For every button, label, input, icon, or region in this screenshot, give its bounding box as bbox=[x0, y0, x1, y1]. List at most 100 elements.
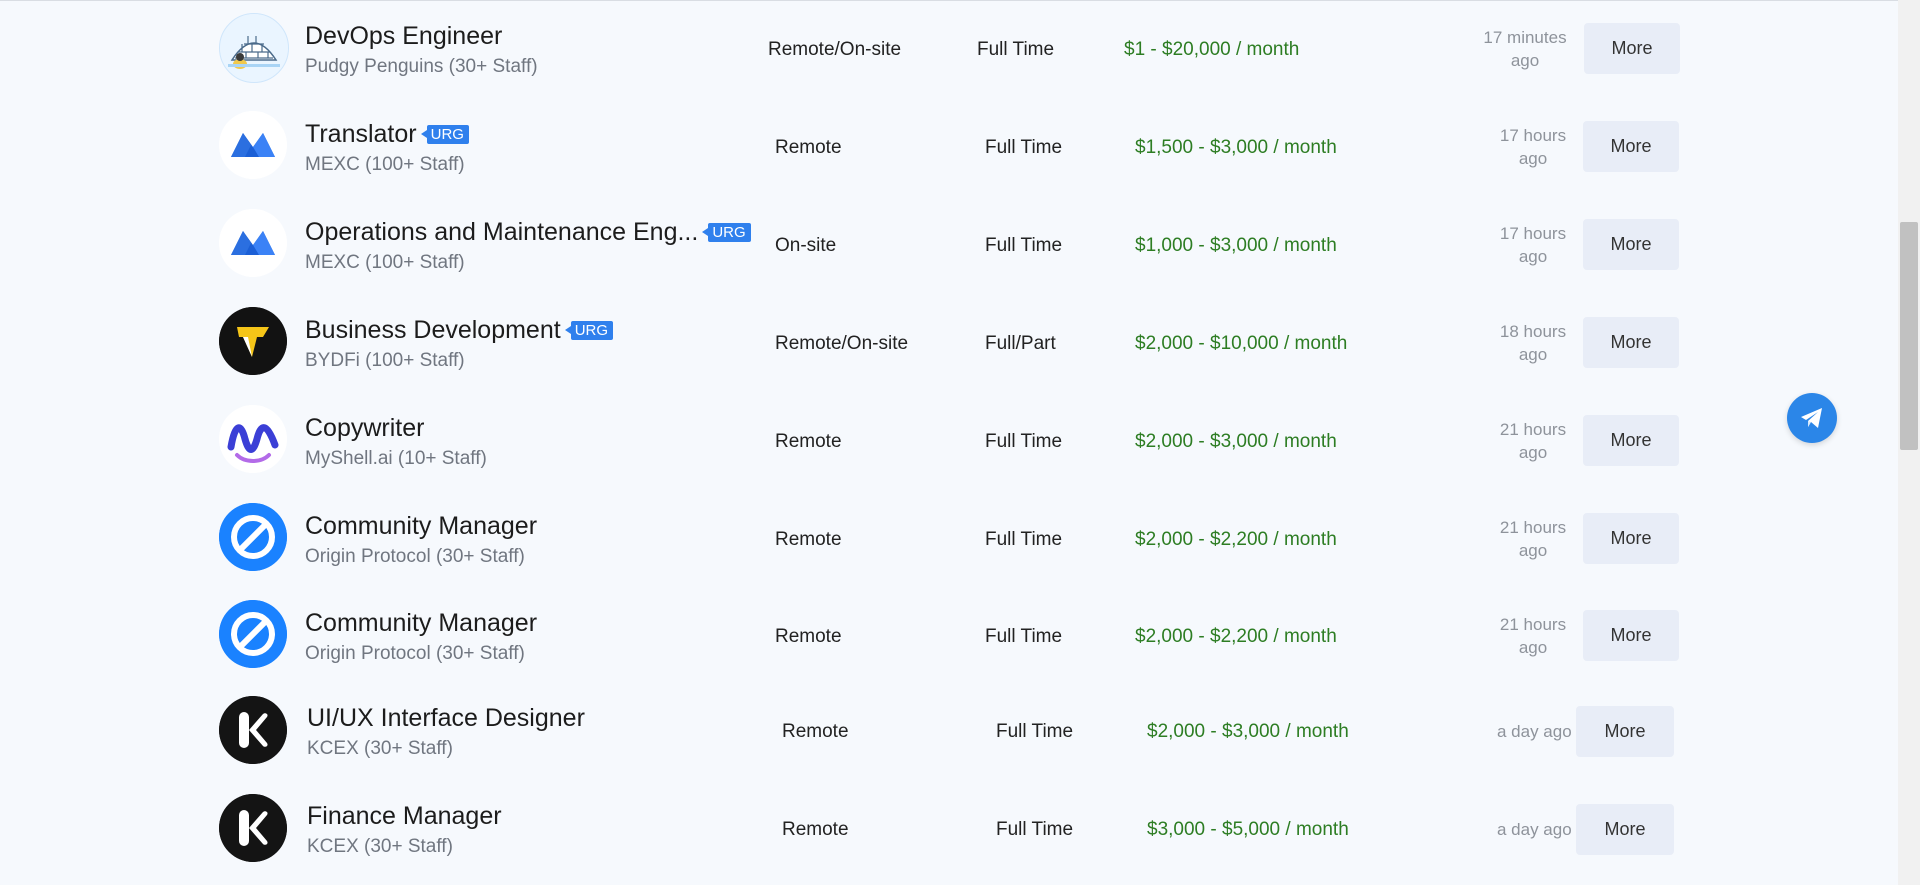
more-button[interactable]: More bbox=[1583, 415, 1679, 466]
more-button[interactable]: More bbox=[1583, 317, 1679, 368]
job-type: Full Time bbox=[985, 529, 1063, 550]
company-name[interactable]: MEXC (100+ Staff) bbox=[305, 153, 465, 177]
job-title-line: DevOps Engineer bbox=[305, 21, 502, 51]
posted-time-line1: 21 hours bbox=[1499, 420, 1567, 439]
company-name[interactable]: MEXC (100+ Staff) bbox=[305, 251, 465, 275]
telegram-button[interactable] bbox=[1787, 393, 1837, 443]
job-row[interactable]: Finance Manager KCEX (30+ Staff) Remote … bbox=[0, 784, 1898, 882]
posted-time: 21 hours ago bbox=[1483, 418, 1583, 464]
job-title[interactable]: Community Manager bbox=[305, 608, 537, 638]
job-title[interactable]: UI/UX Interface Designer bbox=[307, 703, 585, 733]
job-title[interactable]: Operations and Maintenance Eng... bbox=[305, 217, 698, 247]
mexc-logo-icon bbox=[219, 111, 287, 179]
posted-time-line1: 21 hours bbox=[1499, 518, 1567, 537]
scrollbar-thumb[interactable] bbox=[1900, 222, 1918, 450]
job-salary: $1 - $20,000 / month bbox=[1124, 39, 1300, 60]
posted-time-line2: ago bbox=[1510, 51, 1540, 70]
job-row[interactable]: Operations and Maintenance Eng... URG ME… bbox=[0, 196, 1898, 294]
posted-time-line2: ago bbox=[1518, 247, 1548, 266]
company-name[interactable]: Pudgy Penguins (30+ Staff) bbox=[305, 55, 538, 79]
job-location: Remote/On-site bbox=[768, 39, 902, 60]
job-type: Full Time bbox=[985, 137, 1063, 158]
job-type: Full Time bbox=[985, 431, 1063, 452]
posted-time-line2: ago bbox=[1518, 345, 1548, 364]
company-name[interactable]: KCEX (30+ Staff) bbox=[307, 737, 453, 761]
job-location: Remote bbox=[775, 626, 842, 647]
job-salary: $3,000 - $5,000 / month bbox=[1147, 819, 1349, 840]
posted-time-line1: 21 hours bbox=[1499, 615, 1567, 634]
job-title-line: Operations and Maintenance Eng... URG bbox=[305, 217, 751, 247]
job-title[interactable]: Community Manager bbox=[305, 511, 537, 541]
origin-protocol-logo-icon bbox=[219, 600, 287, 668]
job-salary: $1,500 - $3,000 / month bbox=[1135, 137, 1337, 158]
job-title-line: Copywriter bbox=[305, 413, 424, 443]
company-name[interactable]: Origin Protocol (30+ Staff) bbox=[305, 545, 525, 569]
job-location: Remote bbox=[775, 431, 842, 452]
more-button[interactable]: More bbox=[1583, 610, 1679, 661]
posted-time-line1: 17 hours bbox=[1499, 224, 1567, 243]
job-location: Remote bbox=[782, 721, 849, 742]
job-location: On-site bbox=[775, 235, 837, 256]
more-button[interactable]: More bbox=[1576, 706, 1674, 757]
posted-time: 17 minutes ago bbox=[1475, 26, 1575, 72]
job-type: Full Time bbox=[996, 721, 1074, 742]
myshell-logo-icon bbox=[219, 405, 287, 473]
job-row[interactable]: Community Manager Origin Protocol (30+ S… bbox=[0, 588, 1898, 686]
posted-time: a day ago bbox=[1497, 720, 1581, 743]
job-location: Remote bbox=[775, 137, 842, 158]
job-row[interactable]: Business Development URG BYDFi (100+ Sta… bbox=[0, 294, 1898, 392]
job-title[interactable]: Translator bbox=[305, 119, 417, 149]
job-location: Remote bbox=[782, 819, 849, 840]
posted-time-line1: a day ago bbox=[1497, 722, 1572, 741]
posted-time-line1: a day ago bbox=[1497, 820, 1572, 839]
posted-time: 21 hours ago bbox=[1483, 516, 1583, 562]
job-salary: $2,000 - $3,000 / month bbox=[1135, 431, 1337, 452]
company-name[interactable]: Origin Protocol (30+ Staff) bbox=[305, 642, 525, 666]
job-title[interactable]: DevOps Engineer bbox=[305, 21, 502, 51]
more-button[interactable]: More bbox=[1583, 513, 1679, 564]
urgent-badge: URG bbox=[564, 320, 614, 340]
posted-time: 18 hours ago bbox=[1483, 320, 1583, 366]
kcex-logo-icon bbox=[219, 794, 287, 862]
kcex-logo-icon bbox=[219, 696, 287, 764]
posted-time: 21 hours ago bbox=[1483, 613, 1583, 659]
more-button[interactable]: More bbox=[1576, 804, 1674, 855]
more-button[interactable]: More bbox=[1583, 219, 1679, 270]
job-salary: $2,000 - $3,000 / month bbox=[1147, 721, 1349, 742]
posted-time: 17 hours ago bbox=[1483, 222, 1583, 268]
job-title-line: Community Manager bbox=[305, 511, 537, 541]
more-button[interactable]: More bbox=[1584, 23, 1680, 74]
job-title[interactable]: Finance Manager bbox=[307, 801, 502, 831]
job-salary: $2,000 - $10,000 / month bbox=[1135, 333, 1348, 354]
job-title-line: Translator URG bbox=[305, 119, 469, 149]
urgent-badge: URG bbox=[702, 222, 751, 242]
job-type: Full Time bbox=[985, 626, 1063, 647]
telegram-icon bbox=[1801, 408, 1822, 428]
job-title[interactable]: Business Development bbox=[305, 315, 561, 345]
company-name[interactable]: BYDFi (100+ Staff) bbox=[305, 349, 465, 373]
posted-time: 17 hours ago bbox=[1483, 124, 1583, 170]
job-type: Full Time bbox=[985, 235, 1063, 256]
more-button[interactable]: More bbox=[1583, 121, 1679, 172]
job-title[interactable]: Copywriter bbox=[305, 413, 424, 443]
company-name[interactable]: KCEX (30+ Staff) bbox=[307, 835, 453, 859]
job-type: Full Time bbox=[996, 819, 1074, 840]
job-salary: $2,000 - $2,200 / month bbox=[1135, 529, 1337, 550]
posted-time-line2: ago bbox=[1518, 149, 1548, 168]
job-row[interactable]: DevOps Engineer Pudgy Penguins (30+ Staf… bbox=[0, 0, 1898, 98]
job-salary: $2,000 - $2,200 / month bbox=[1135, 626, 1337, 647]
posted-time-line2: ago bbox=[1518, 443, 1548, 462]
job-title-line: UI/UX Interface Designer bbox=[307, 703, 585, 733]
job-location: Remote bbox=[775, 529, 842, 550]
job-type: Full/Part bbox=[985, 333, 1056, 354]
job-row[interactable]: Community Manager Origin Protocol (30+ S… bbox=[0, 490, 1898, 588]
mexc-logo-icon bbox=[219, 209, 287, 277]
job-row[interactable]: Copywriter MyShell.ai (10+ Staff) Remote… bbox=[0, 392, 1898, 490]
posted-time-line2: ago bbox=[1518, 638, 1548, 657]
posted-time-line1: 17 minutes bbox=[1483, 28, 1567, 47]
posted-time-line2: ago bbox=[1518, 541, 1548, 560]
company-name[interactable]: MyShell.ai (10+ Staff) bbox=[305, 447, 487, 471]
job-row[interactable]: Translator URG MEXC (100+ Staff) Remote … bbox=[0, 98, 1898, 196]
bydfi-logo-icon bbox=[219, 307, 287, 375]
job-row[interactable]: UI/UX Interface Designer KCEX (30+ Staff… bbox=[0, 686, 1898, 784]
